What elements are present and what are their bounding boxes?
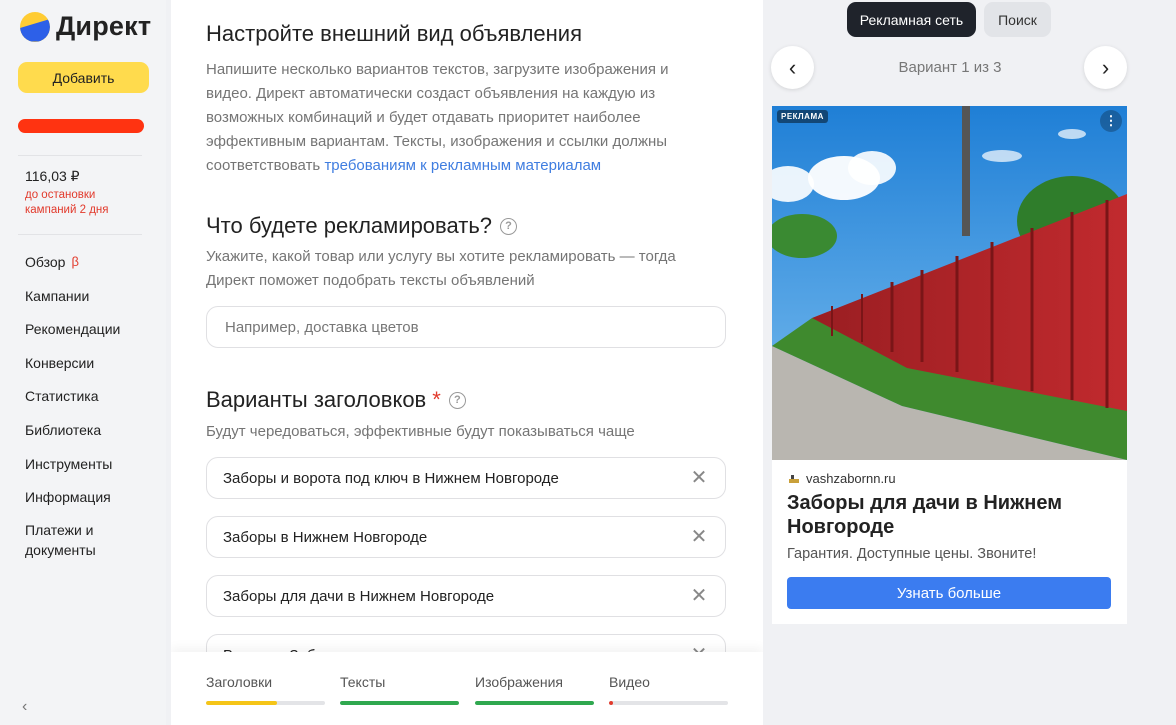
headlines-hint: Будут чередоваться, эффективные будут по… <box>206 423 635 440</box>
progress-label: Изображения <box>475 674 563 690</box>
tab-search[interactable]: Поиск <box>984 2 1051 37</box>
sidebar-item-statistics[interactable]: Статистика <box>25 388 135 422</box>
fence-image <box>772 106 1127 460</box>
ad-preview-card: РЕКЛАМА ⋮ vashzabornn.ru Заборы для дачи… <box>772 106 1127 624</box>
help-icon[interactable]: ? <box>500 217 518 235</box>
divider <box>18 234 142 235</box>
progress-bar <box>340 701 459 705</box>
logo[interactable]: Директ <box>20 11 151 42</box>
sidebar-item-campaigns[interactable]: Кампании <box>25 288 135 322</box>
intro-text: Напишите несколько вариантов текстов, за… <box>206 58 706 178</box>
sidebar-item-library[interactable]: Библиотека <box>25 422 135 456</box>
progress-label: Видео <box>609 674 650 690</box>
what-section-title: Что будете рекламировать? ? <box>206 213 518 239</box>
progress-video[interactable]: Видео <box>609 674 728 705</box>
headlines-title-text: Варианты заголовков <box>206 387 427 412</box>
help-icon[interactable]: ? <box>448 391 466 409</box>
headline-value: Заборы для дачи в Нижнем Новгороде <box>223 587 495 605</box>
ad-form-panel: Настройте внешний вид объявления Напишит… <box>171 0 763 725</box>
progress-fill <box>206 701 278 705</box>
progress-bar <box>609 701 728 705</box>
sidebar-nav: Обзор β Кампании Рекомендации Конверсии … <box>25 254 135 560</box>
collapse-sidebar-icon[interactable]: ‹ <box>22 698 27 716</box>
what-hint: Укажите, какой товар или услугу вы хотит… <box>206 248 676 289</box>
progress-label: Тексты <box>340 674 386 690</box>
progress-images[interactable]: Изображения <box>475 674 594 705</box>
sidebar-item-conversions[interactable]: Конверсии <box>25 355 135 389</box>
progress-fill <box>609 701 613 705</box>
sidebar-item-label: Обзор <box>25 254 66 270</box>
requirements-link[interactable]: требованиям к рекламным материалам <box>324 157 601 174</box>
beta-badge: β <box>71 254 79 269</box>
progress-fill <box>340 701 459 705</box>
next-variant-icon[interactable]: › <box>1084 46 1127 89</box>
sidebar-item-payments[interactable]: Платежи и документы <box>25 520 135 560</box>
fence-photo[interactable]: РЕКЛАМА ⋮ <box>772 106 1127 460</box>
variant-counter: Вариант 1 из 3 <box>898 59 1002 76</box>
progress-fill <box>475 701 594 705</box>
domain-text: vashzabornn.ru <box>806 471 896 486</box>
progress-bar <box>206 701 325 705</box>
progress-texts[interactable]: Тексты <box>340 674 459 705</box>
progress-bar <box>475 701 594 705</box>
sidebar-item-overview[interactable]: Обзор β <box>25 254 135 288</box>
clear-icon[interactable]: ✕ <box>687 584 711 608</box>
add-button[interactable]: Добавить <box>18 62 149 93</box>
balance: 116,03 ₽ <box>25 168 80 184</box>
headline-value: Заборы и ворота под ключ в Нижнем Новгор… <box>223 469 559 487</box>
prev-variant-icon[interactable]: ‹ <box>771 46 814 89</box>
headline-field[interactable]: Заборы в Нижнем Новгороде ✕ <box>206 516 726 558</box>
headlines-section-title: Варианты заголовков * ? <box>206 387 466 413</box>
logo-text: Директ <box>56 11 152 41</box>
sidebar-item-information[interactable]: Информация <box>25 489 135 523</box>
progress-headlines[interactable]: Заголовки <box>206 674 325 705</box>
what-input[interactable] <box>223 317 667 337</box>
more-options-icon[interactable]: ⋮ <box>1100 110 1122 132</box>
ad-label: РЕКЛАМА <box>777 110 828 123</box>
what-title-text: Что будете рекламировать? <box>206 213 493 238</box>
sidebar-item-tools[interactable]: Инструменты <box>25 456 135 490</box>
progress-label: Заголовки <box>206 674 273 690</box>
headline-field[interactable]: Заборы и ворота под ключ в Нижнем Новгор… <box>206 457 726 499</box>
ad-text: Гарантия. Доступные цены. Звоните! <box>787 546 1037 562</box>
what-field[interactable] <box>206 306 726 348</box>
direct-logo-icon <box>20 11 50 42</box>
redacted-account <box>18 119 144 133</box>
learn-more-button[interactable]: Узнать больше <box>787 577 1111 609</box>
page-title: Настройте внешний вид объявления <box>206 21 582 46</box>
sidebar-item-recommendations[interactable]: Рекомендации <box>25 321 135 355</box>
clear-icon[interactable]: ✕ <box>687 525 711 549</box>
ad-title[interactable]: Заборы для дачи в Нижнем Новгороде <box>787 491 1112 539</box>
required-mark: * <box>432 387 441 412</box>
sidebar: Директ Добавить 116,03 ₽ до остановки ка… <box>0 0 166 725</box>
tab-ad-network[interactable]: Рекламная сеть <box>847 2 976 37</box>
balance-note: до остановки кампаний 2 дня <box>25 189 109 216</box>
headline-value: Заборы в Нижнем Новгороде <box>223 528 428 546</box>
clear-icon[interactable]: ✕ <box>687 466 711 490</box>
headline-field[interactable]: Заборы для дачи в Нижнем Новгороде ✕ <box>206 575 726 617</box>
completion-progress: Заголовки Тексты Изображения Видео <box>171 652 763 725</box>
ad-domain[interactable]: vashzabornn.ru <box>788 471 896 486</box>
divider <box>18 155 142 156</box>
favicon-icon <box>788 473 800 485</box>
